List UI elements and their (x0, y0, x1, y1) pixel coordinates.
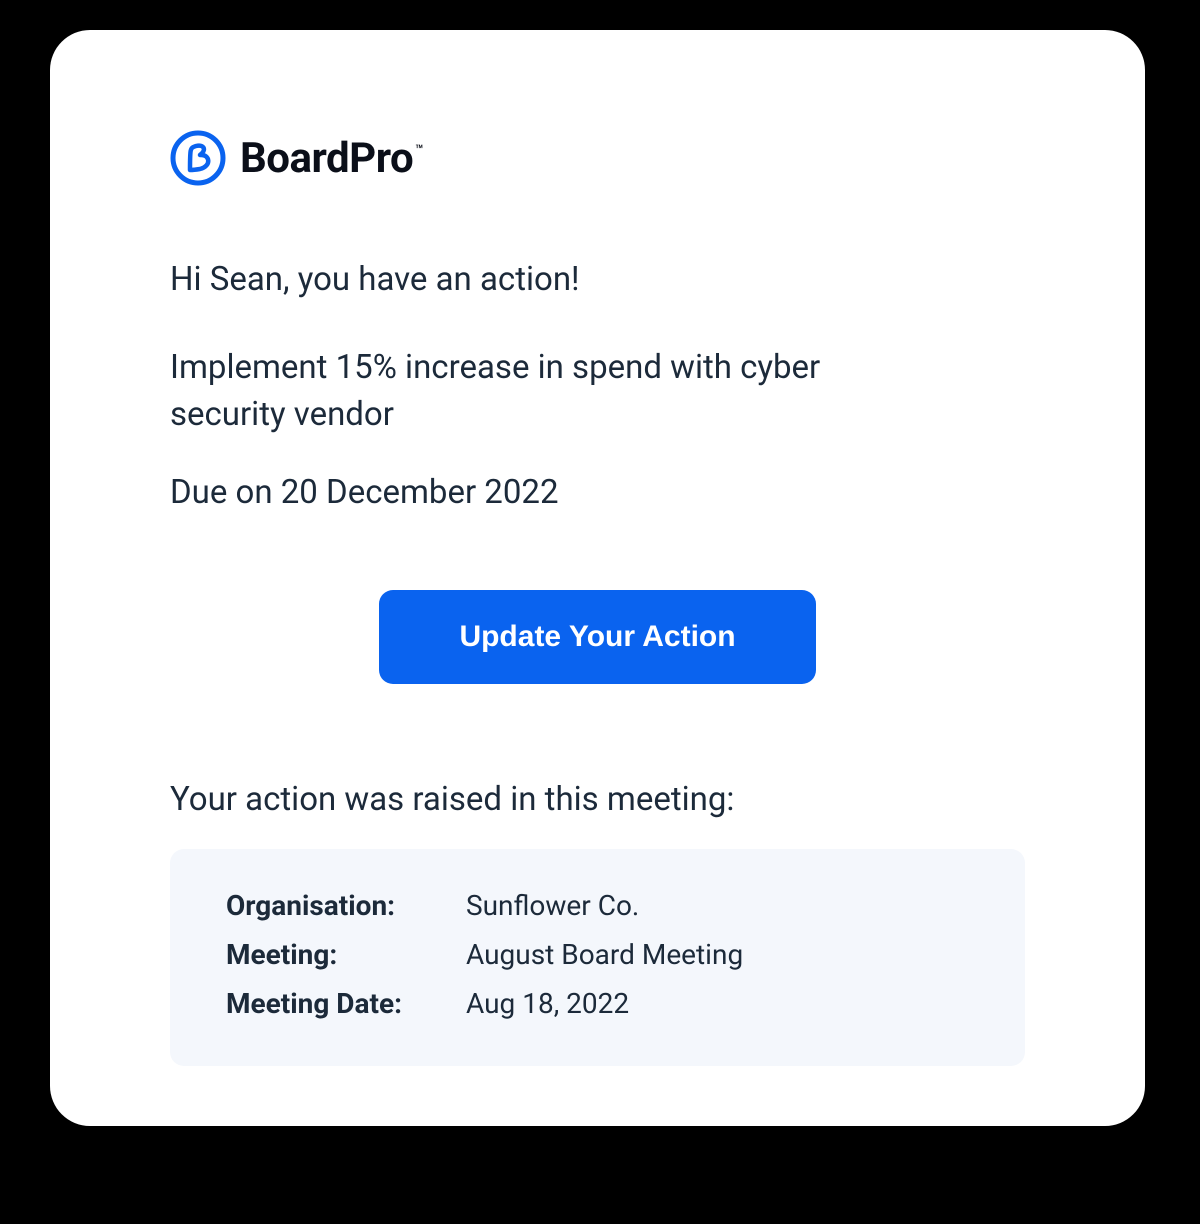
brand-trademark: ™ (415, 143, 423, 158)
meeting-date-value: Aug 18, 2022 (466, 987, 969, 1020)
meeting-intro-text: Your action was raised in this meeting: (170, 780, 1025, 819)
due-date-text: Due on 20 December 2022 (170, 473, 1025, 512)
organisation-value: Sunflower Co. (466, 889, 969, 922)
meeting-value: August Board Meeting (466, 938, 969, 971)
meeting-details-box: Organisation: Sunflower Co. Meeting: Aug… (170, 849, 1025, 1066)
brand-name: BoardPro™ (240, 134, 421, 183)
brand-name-text: BoardPro (240, 134, 413, 183)
update-action-button[interactable]: Update Your Action (379, 590, 815, 684)
cta-row: Update Your Action (170, 590, 1025, 684)
brand-logo: BoardPro™ (170, 130, 1025, 186)
meeting-details-table: Organisation: Sunflower Co. Meeting: Aug… (226, 889, 969, 1020)
greeting-text: Hi Sean, you have an action! (170, 260, 1025, 299)
meeting-label: Meeting: (226, 938, 456, 971)
organisation-label: Organisation: (226, 889, 456, 922)
meeting-date-label: Meeting Date: (226, 987, 456, 1020)
notification-card: BoardPro™ Hi Sean, you have an action! I… (50, 30, 1145, 1126)
action-description: Implement 15% increase in spend with cyb… (170, 345, 890, 439)
boardpro-logo-icon (170, 130, 226, 186)
